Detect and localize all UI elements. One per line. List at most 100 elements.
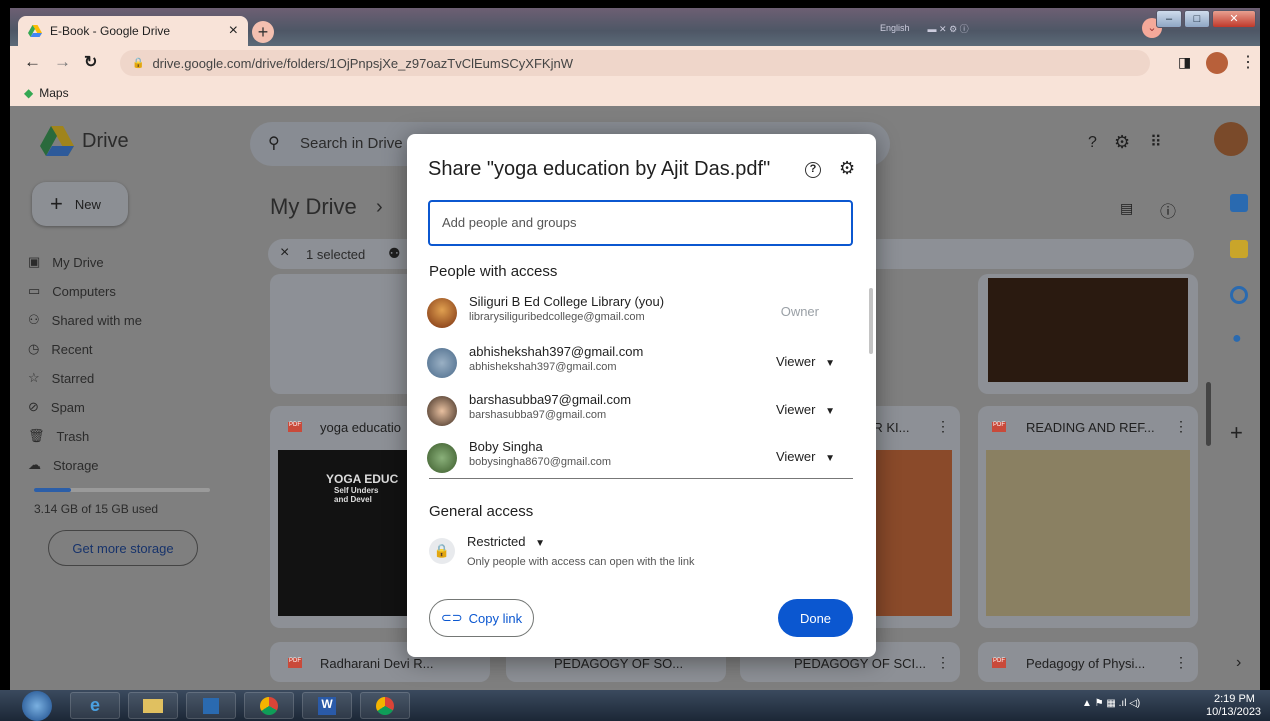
file-name: Pedagogy of Physi... (1026, 656, 1146, 671)
forward-icon[interactable]: → (54, 52, 71, 72)
media-taskbar-icon[interactable] (186, 692, 236, 719)
bookmarks-bar: ◆ Maps (10, 80, 1260, 106)
sidepanel-icon[interactable]: ◨ (1178, 54, 1191, 71)
window-controls: – □ ✕ (1156, 10, 1256, 28)
settings-icon[interactable]: ⚙ (839, 158, 855, 179)
ie-taskbar-icon[interactable]: e (70, 692, 120, 719)
dropdown-arrow-icon: ▼ (535, 538, 546, 549)
copy-link-button[interactable]: ⊂⊃ Copy link (429, 599, 534, 637)
chrome-taskbar-icon[interactable] (244, 692, 294, 719)
nav-spam[interactable]: ⊘ Spam (28, 399, 85, 415)
close-window-icon[interactable]: ✕ (1212, 10, 1256, 28)
add-people-input[interactable]: Add people and groups (428, 200, 853, 246)
nav-storage[interactable]: ☁ Storage (28, 457, 99, 473)
file-card[interactable] (978, 274, 1198, 394)
avatar (427, 348, 457, 378)
contacts-icon[interactable]: ● (1232, 330, 1242, 348)
help-icon[interactable]: ? (805, 162, 821, 178)
new-button[interactable]: + New (32, 182, 128, 226)
dialog-title: Share "yoga education by Ajit Das.pdf" (428, 158, 771, 180)
add-person-icon[interactable]: ⚉ (388, 245, 401, 262)
link-icon: ⊂⊃ (440, 610, 463, 625)
more-icon[interactable]: ⋮ (936, 418, 950, 435)
nav-recent[interactable]: ◷ Recent (28, 341, 93, 357)
side-panel-chevron-icon[interactable]: › (1236, 654, 1241, 672)
get-storage-button[interactable]: Get more storage (48, 530, 198, 566)
file-card[interactable]: PDF Pedagogy of Physi... ⋮ (978, 642, 1198, 682)
person-email: librarysiliguribedcollege@gmail.com (469, 311, 645, 323)
storage-text: 3.14 GB of 15 GB used (34, 502, 159, 516)
nav-my-drive[interactable]: ▣ My Drive (28, 254, 104, 270)
copy-link-label: Copy link (468, 610, 523, 626)
minimize-icon[interactable]: – (1156, 10, 1182, 28)
url-bar[interactable]: 🔒 drive.google.com/drive/folders/1OjPnps… (120, 50, 1150, 76)
settings-icon[interactable]: ⚙ (1114, 132, 1130, 153)
access-description: Only people with access can open with th… (467, 556, 695, 568)
role-label: Viewer (775, 354, 816, 369)
account-avatar[interactable] (1214, 122, 1248, 156)
bookmark-maps[interactable]: Maps (39, 86, 68, 100)
tab-close-icon[interactable]: × (229, 22, 238, 40)
access-dropdown[interactable]: Restricted ▼ (467, 534, 545, 549)
general-access-heading: General access (429, 503, 534, 520)
breadcrumb-title[interactable]: My Drive (270, 194, 357, 220)
menu-icon[interactable]: ⋮ (1240, 52, 1256, 72)
avatar (427, 443, 457, 473)
nav-label: Spam (50, 399, 85, 415)
dropdown-arrow-icon: ▼ (825, 358, 835, 369)
windows-taskbar: e W ▲ ⚑ ▦ .ıl ◁) 2:19 PM 10/13/2023 (0, 690, 1270, 721)
role-dropdown[interactable]: Viewer ▼ (776, 402, 835, 417)
person-name: Siliguri B Ed College Library (you) (469, 294, 665, 309)
apps-icon[interactable]: ⠿ (1150, 132, 1162, 152)
side-panel: ● + (1224, 180, 1260, 640)
new-label: New (74, 196, 101, 212)
start-button[interactable] (22, 691, 52, 721)
tasks-icon[interactable] (1230, 286, 1248, 304)
more-icon[interactable]: ⋮ (936, 654, 950, 671)
lang-label[interactable]: English (880, 23, 910, 33)
file-card[interactable]: PDF READING AND REF... ⋮ (978, 406, 1198, 628)
role-dropdown[interactable]: Viewer ▼ (776, 449, 835, 464)
keep-icon[interactable] (1230, 240, 1248, 258)
list-view-icon[interactable]: ▤ (1120, 200, 1133, 217)
more-icon[interactable]: ⋮ (1174, 418, 1188, 435)
dropdown-arrow-icon: ▼ (825, 406, 835, 417)
nav-computers[interactable]: ▭ Computers (28, 283, 116, 299)
tray-icons[interactable]: ▲ ⚑ ▦ .ıl ◁) (1082, 698, 1140, 709)
back-icon[interactable]: ← (24, 52, 41, 72)
explorer-taskbar-icon[interactable] (128, 692, 178, 719)
info-icon[interactable]: ⓘ (1160, 198, 1176, 222)
role-label: Viewer (775, 449, 816, 464)
nav-trash[interactable]: 🗑 Trash (28, 428, 89, 444)
word-taskbar-icon[interactable]: W (302, 692, 352, 719)
profile-avatar[interactable] (1206, 52, 1228, 74)
clock-time: 2:19 PM (1214, 693, 1255, 705)
dropdown-arrow-icon: ▼ (825, 453, 835, 464)
person-name: barshasubba97@gmail.com (469, 392, 632, 407)
language-bar: English ▬ ✕ ⚙ ⓘ (840, 18, 1080, 38)
nav-shared[interactable]: ⚇ Shared with me (28, 312, 142, 328)
browser-tab[interactable]: E-Book - Google Drive × (18, 16, 248, 46)
nav-starred[interactable]: ☆ Starred (28, 370, 94, 386)
maximize-icon[interactable]: □ (1184, 10, 1210, 28)
add-addon-icon[interactable]: + (1230, 420, 1243, 446)
role-dropdown[interactable]: Viewer ▼ (776, 354, 835, 369)
nav-label: Recent (51, 341, 93, 357)
chrome-taskbar-icon[interactable] (360, 692, 410, 719)
more-icon[interactable]: ⋮ (1174, 654, 1188, 671)
done-button[interactable]: Done (778, 599, 853, 637)
people-scrollbar[interactable] (869, 288, 873, 354)
drive-brand: Drive (82, 130, 129, 152)
help-icon[interactable]: ? (1088, 134, 1097, 152)
clear-selection-icon[interactable]: × (280, 244, 289, 262)
lock-icon: 🔒 (132, 57, 145, 69)
pdf-icon: PDF (992, 422, 1006, 432)
cloud-icon: ☁ (28, 457, 41, 472)
person-name: abhishekshah397@gmail.com (469, 344, 644, 359)
calendar-icon[interactable] (1230, 194, 1248, 212)
reload-icon[interactable]: ↻ (84, 52, 97, 72)
scrollbar-thumb[interactable] (1206, 382, 1211, 446)
address-bar-row: ← → ↻ 🔒 drive.google.com/drive/folders/1… (10, 46, 1260, 80)
new-tab-button[interactable]: + (252, 21, 274, 43)
breadcrumb-chevron-icon: › (376, 196, 383, 218)
